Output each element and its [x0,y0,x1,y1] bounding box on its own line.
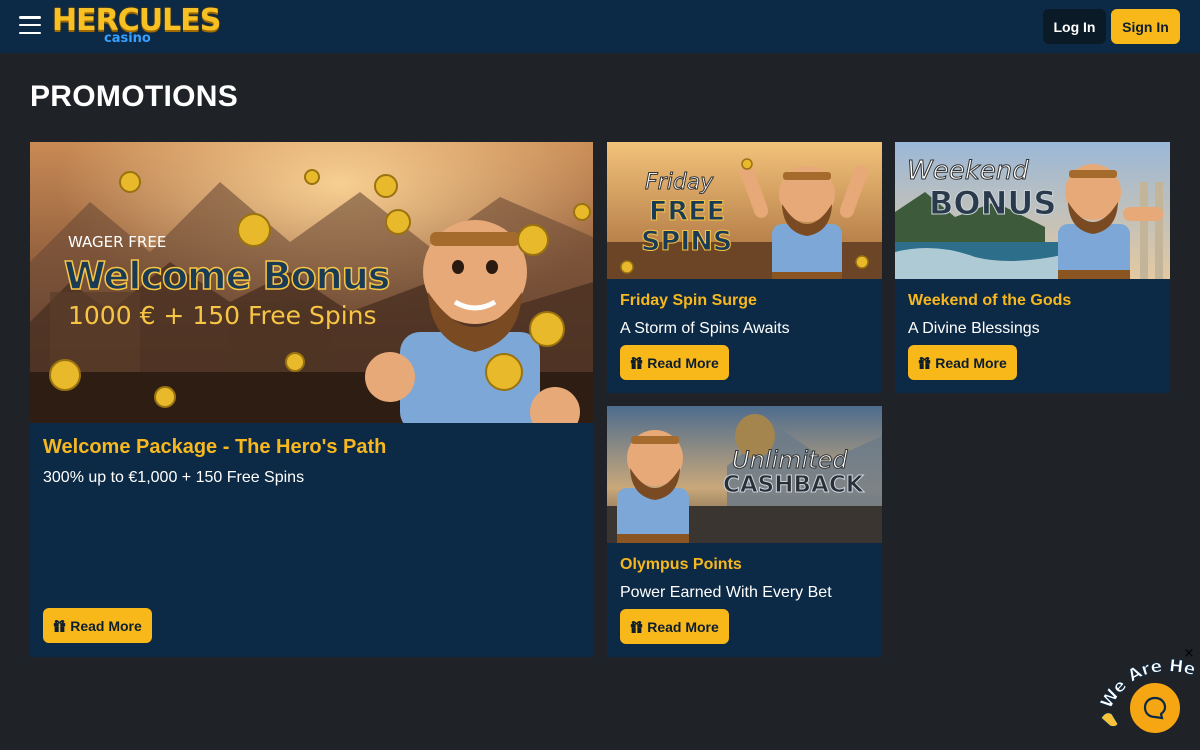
promo-image-unlimited-cashback[interactable]: Unlimited CASHBACK [607,406,882,543]
live-chat-widget: We Are Here! × [1096,647,1200,750]
banner-text-bonus: BONUS [928,184,1057,223]
hamburger-menu-icon[interactable] [19,16,41,34]
banner-text-friday: Friday [644,170,714,196]
promo-image-weekend-bonus[interactable]: Weekend BONUS [895,142,1170,279]
promo-subtitle: 300% up to €1,000 + 150 Free Spins [43,469,305,486]
promo-image-friday-free-spins[interactable]: Friday FREE SPINS [607,142,882,279]
banner-text-unlimited: Unlimited [732,446,849,475]
read-more-label: Read More [935,354,1007,371]
close-icon[interactable]: × [1183,647,1195,660]
top-header: HERCULES casino Log In Sign In [0,0,1200,53]
waving-hand-icon [1100,712,1119,728]
banner-text-spins: SPINS [640,226,733,258]
banner-text-free: FREE [648,196,726,228]
promo-card-olympus-points: Unlimited CASHBACK Olympus Points Power … [607,406,882,657]
gift-icon [54,620,66,632]
read-more-label: Read More [70,617,142,634]
promo-title: Friday Spin Surge [620,292,757,309]
gift-icon [631,621,643,633]
read-more-button[interactable]: Read More [620,609,729,644]
chat-open-button[interactable] [1130,683,1180,733]
banner-text-wager-free: WAGER FREE [68,233,167,251]
promo-subtitle: A Storm of Spins Awaits [620,320,790,337]
banner-text-weekend: Weekend [907,156,1030,187]
gift-icon [919,357,931,369]
promo-subtitle: Power Earned With Every Bet [620,584,832,601]
logo-subtext: casino [104,31,151,46]
page-title: PROMOTIONS [30,80,239,113]
login-button[interactable]: Log In [1043,9,1106,44]
signin-button[interactable]: Sign In [1111,9,1180,44]
chat-bubble-icon [1143,696,1167,720]
promo-title: Weekend of the Gods [908,292,1072,309]
read-more-label: Read More [647,618,719,635]
promo-card-weekend-of-the-gods: Weekend BONUS Weekend of the Gods A Divi… [895,142,1170,393]
promo-title: Welcome Package - The Hero's Path [43,436,387,458]
banner-text-welcome-bonus: Welcome Bonus [63,253,391,299]
banner-text-bonus-amount: 1000 € + 150 Free Spins [68,301,377,330]
read-more-label: Read More [647,354,719,371]
promo-title: Olympus Points [620,556,742,573]
gift-icon [631,357,643,369]
read-more-button[interactable]: Read More [43,608,152,643]
promo-card-friday-spin-surge: Friday FREE SPINS Friday Spin Surge A St… [607,142,882,393]
promo-card-welcome-package: WAGER FREE Welcome Bonus 1000 € + 150 Fr… [30,142,593,657]
banner-text-cashback: CASHBACK [723,472,865,499]
hercules-casino-logo[interactable]: HERCULES casino [52,3,221,49]
promo-image-welcome-bonus[interactable]: WAGER FREE Welcome Bonus 1000 € + 150 Fr… [30,142,593,423]
read-more-button[interactable]: Read More [620,345,729,380]
read-more-button[interactable]: Read More [908,345,1017,380]
promo-subtitle: A Divine Blessings [908,320,1040,337]
